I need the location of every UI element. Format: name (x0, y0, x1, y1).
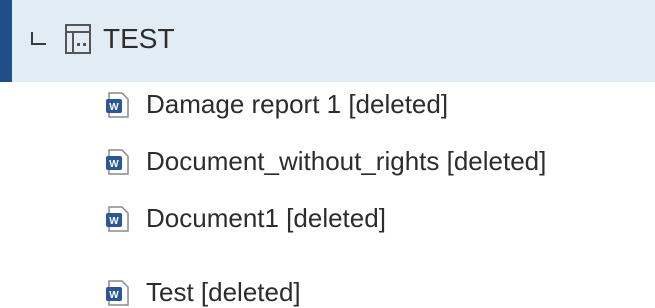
selection-indicator (0, 0, 12, 82)
svg-text:W: W (109, 290, 119, 301)
svg-text:W: W (109, 159, 119, 170)
word-document-icon: W (106, 92, 129, 118)
tree-item-damage-report[interactable]: W Damage report 1 [deleted] (0, 81, 655, 137)
tree-item-document-without-rights[interactable]: W Document_without_rights [deleted] (0, 137, 655, 193)
collapse-toggle-icon[interactable] (28, 28, 50, 50)
building-folder-icon (65, 24, 91, 54)
tree-item-test[interactable]: W Test [deleted] (0, 251, 655, 307)
tree-item-label: Damage report 1 [deleted] (146, 89, 449, 119)
word-document-icon: W (106, 206, 129, 232)
tree-item-document1[interactable]: W Document1 [deleted] (0, 194, 655, 250)
word-document-icon: W (106, 149, 129, 175)
folder-label: TEST (103, 23, 175, 54)
word-document-icon: W (106, 280, 129, 306)
tree-item-label: Test [deleted] (146, 277, 301, 307)
svg-text:W: W (109, 102, 119, 113)
tree-item-label: Document_without_rights [deleted] (146, 146, 547, 176)
document-tree: TEST W Damage report 1 [deleted] W Docum… (0, 0, 655, 308)
tree-folder-row-test[interactable]: TEST (0, 0, 655, 82)
tree-item-label: Document1 [deleted] (146, 203, 386, 233)
svg-text:W: W (109, 216, 119, 227)
